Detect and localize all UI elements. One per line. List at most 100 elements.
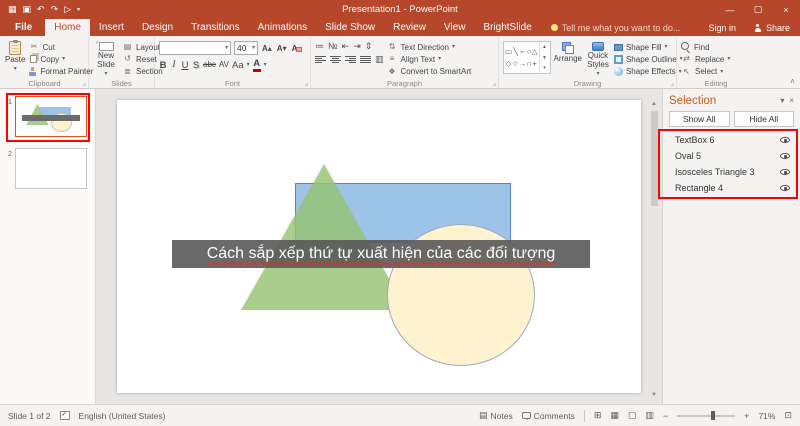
zoom-out-icon[interactable]: − [663,411,668,421]
maximize-button[interactable]: ▢ [744,0,772,19]
scroll-down-icon[interactable]: ▼ [651,392,657,398]
zoom-in-icon[interactable]: + [744,411,749,421]
copy-button[interactable]: Copy ▾ [28,54,93,64]
gallery-more-icon[interactable]: ▾ [543,65,546,71]
grow-font-button[interactable]: A▴ [261,44,273,53]
arrange-button[interactable]: Arrange [554,39,582,77]
selection-item-oval-5[interactable]: Oval 5 [669,148,794,164]
shape-star-icon[interactable]: ☆ [512,60,519,68]
numbering-icon[interactable]: № [328,42,338,51]
tab-home[interactable]: Home [45,19,90,36]
paste-button[interactable]: Paste ▾ [5,39,25,77]
slide-sorter-view-icon[interactable]: ▦ [610,410,619,421]
tab-view[interactable]: View [435,19,475,36]
align-left-icon[interactable] [315,55,326,64]
strikethrough-button[interactable]: abc [203,60,216,70]
drawing-dialog-launcher-icon[interactable]: ⌟ [671,80,674,87]
select-button[interactable]: ↖ Select ▾ [681,67,730,77]
bullets-icon[interactable]: ≔ [315,42,324,51]
vertical-scrollbar[interactable]: ▲ ▼ [648,101,660,398]
normal-view-icon[interactable]: ⊞ [594,410,602,421]
italic-button[interactable]: I [170,60,178,71]
underline-button[interactable]: U [181,60,189,71]
start-slideshow-icon[interactable]: ▷ [64,5,71,14]
shrink-font-button[interactable]: A▾ [276,44,288,53]
eye-icon[interactable] [780,169,790,175]
fit-to-window-icon[interactable]: ⊡ [784,410,792,421]
font-color-button[interactable]: A [252,58,261,73]
selection-item-textbox-6[interactable]: TextBox 6 [669,132,794,148]
convert-to-smartart-button[interactable]: ❖ Convert to SmartArt [387,67,471,77]
selection-item-rectangle-4[interactable]: Rectangle 4 [669,180,794,196]
justify-icon[interactable] [360,55,371,64]
spell-check-icon[interactable] [59,410,70,420]
show-all-button[interactable]: Show All [669,111,730,127]
shape-triangle-icon[interactable]: △ [532,48,538,56]
zoom-slider[interactable] [677,411,736,420]
close-button[interactable]: × [772,0,800,19]
undo-icon[interactable]: ↶ [37,5,45,14]
zoom-slider-thumb[interactable] [710,411,715,420]
shape-arc-icon[interactable]: ∩ [526,60,531,68]
quick-styles-button[interactable]: Quick Styles ▾ [585,39,611,77]
slide-counter[interactable]: Slide 1 of 2 [8,411,51,421]
minimize-button[interactable]: — [716,0,744,19]
bold-button[interactable]: B [159,60,167,71]
text-direction-button[interactable]: ⇅ Text Direction ▾ [387,42,472,52]
gallery-scroll-down-icon[interactable]: ▼ [542,55,547,61]
save-icon[interactable]: ▣ [23,5,32,14]
tab-animations[interactable]: Animations [249,19,316,36]
title-textbox[interactable]: Cách sắp xếp thứ tự xuất hiện của các đố… [172,240,590,268]
shape-fill-button[interactable]: Shape Fill ▾ [613,42,683,52]
qat-dropdown-icon[interactable]: ▾ [77,7,80,13]
tab-insert[interactable]: Insert [90,19,133,36]
customize-qat-icon[interactable]: ▦ [8,5,17,14]
share-button[interactable]: Share [744,19,800,36]
columns-icon[interactable]: ▥ [375,55,384,64]
find-button[interactable]: Find [681,42,730,52]
change-case-button[interactable]: Aa [232,60,244,71]
align-text-button[interactable]: ≡ Align Text ▾ [387,54,472,64]
notes-button[interactable]: ▤ Notes [479,410,513,421]
line-spacing-icon[interactable]: ⇕ [365,42,373,51]
slide-canvas[interactable]: Cách sắp xếp thứ tự xuất hiện của các đố… [117,100,641,393]
collapse-ribbon-icon[interactable]: ∧ [790,77,795,85]
eye-icon[interactable] [780,137,790,143]
comments-button[interactable]: Comments [521,411,575,421]
clear-formatting-button[interactable]: A [291,44,303,53]
shape-rectangle-icon[interactable]: ▭ [505,48,512,56]
new-slide-button[interactable]: New Slide ▾ [93,39,119,77]
font-name-combobox[interactable]: ▾ [159,41,231,55]
scrollbar-thumb[interactable] [650,111,658,206]
shape-diamond-icon[interactable]: ◇ [506,60,512,68]
eye-icon[interactable] [780,153,790,159]
shape-gallery[interactable]: ▭ ╲ ⌐ ○ △ ◇ ☆ → ∩ + ▲ ▼ ▾ [503,41,551,74]
align-right-icon[interactable] [345,55,356,64]
format-painter-button[interactable]: Format Painter [28,67,93,77]
sign-in-button[interactable]: Sign in [700,19,744,36]
scroll-up-icon[interactable]: ▲ [651,101,657,107]
tab-file[interactable]: File [2,19,45,36]
pane-close-icon[interactable]: × [789,96,794,105]
paragraph-dialog-launcher-icon[interactable]: ⌟ [493,80,496,87]
font-size-combobox[interactable]: 40 ▾ [234,41,258,55]
tab-design[interactable]: Design [133,19,182,36]
eye-icon[interactable] [780,185,790,191]
reading-view-icon[interactable]: ▢ [628,410,637,421]
shape-effects-button[interactable]: Shape Effects ▾ [613,67,683,77]
tab-slide-show[interactable]: Slide Show [316,19,384,36]
text-shadow-button[interactable]: S [192,60,200,71]
hide-all-button[interactable]: Hide All [733,111,794,127]
replace-button[interactable]: ⇄ Replace ▾ [681,54,730,64]
increase-indent-icon[interactable]: ⇥ [353,42,361,51]
slide-2-thumbnail[interactable] [15,148,87,189]
scrollbar-track[interactable] [648,109,660,390]
zoom-level[interactable]: 71% [758,411,775,421]
shape-plus-icon[interactable]: + [532,60,536,68]
cut-button[interactable]: ✂ Cut [28,42,93,52]
shape-oval-icon[interactable]: ○ [527,48,532,56]
character-spacing-button[interactable]: AV [219,60,229,70]
clipboard-dialog-launcher-icon[interactable]: ⌟ [83,80,86,87]
shape-line-icon[interactable]: ╲ [513,48,518,56]
align-center-icon[interactable] [330,55,341,64]
